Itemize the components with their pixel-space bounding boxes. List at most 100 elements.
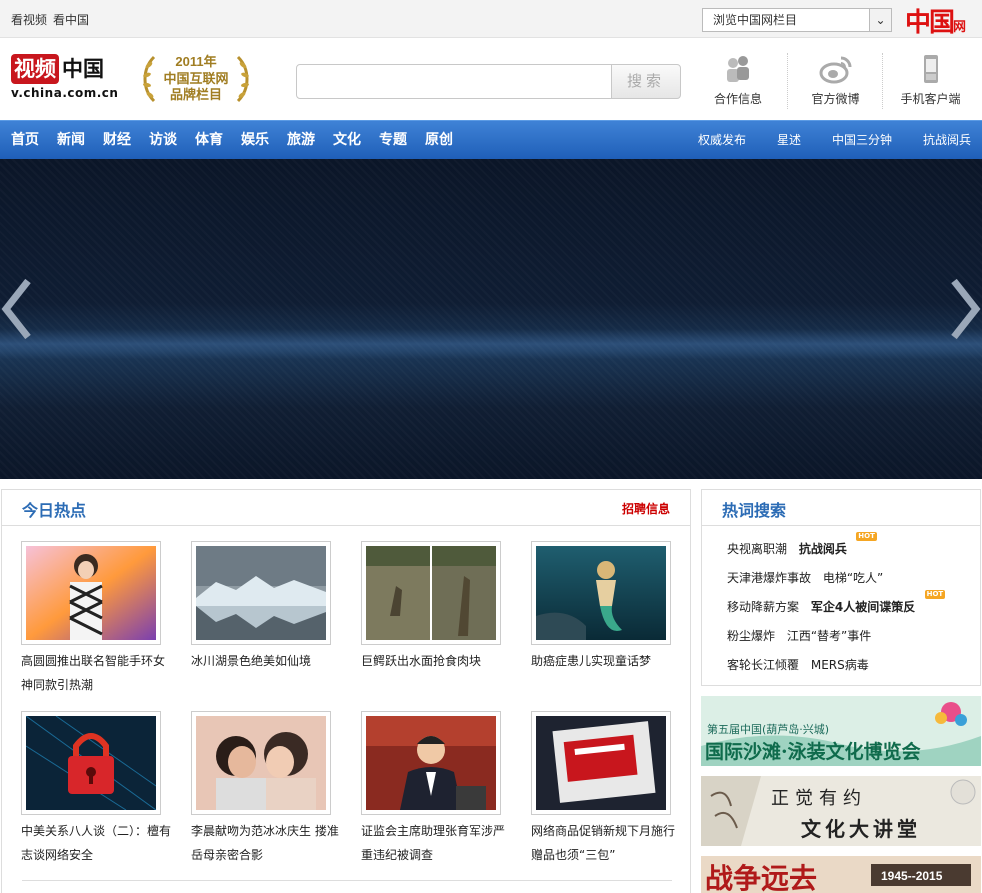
search-input[interactable] (296, 64, 612, 99)
hot-item-caption[interactable]: 冰川湖景色绝美如仙境 (191, 649, 341, 673)
keyword-link[interactable]: 抗战阅兵 HOT (798, 532, 877, 556)
mobile-icon (883, 53, 978, 85)
job-link[interactable]: 招聘信息 (622, 500, 670, 517)
hot-item-caption[interactable]: 巨鳄跃出水面抢食肉块 (361, 649, 511, 673)
hot-item[interactable]: 高圆圆推出联名智能手环女神同款引热潮 (21, 541, 165, 697)
keyword-link[interactable]: 天津港爆炸事故 (727, 571, 811, 585)
hot-item-image[interactable] (361, 541, 501, 645)
hot-badge: HOT (924, 590, 946, 599)
keyword-row: 移动降薪方案 军企4人被间谍策反 HOT (727, 590, 946, 627)
ad-banner-expo[interactable]: 第五届中国(葫芦岛·兴城) 国际沙滩·泳装文化博览会 (701, 696, 981, 766)
top-bar: 看视频 看中国 浏览中国网栏目 ⌄ 中国网 (0, 0, 982, 38)
svg-text:品牌栏目: 品牌栏目 (170, 87, 222, 103)
hot-badge: HOT (856, 532, 877, 541)
nav-item-original[interactable]: 原创 (425, 121, 453, 159)
cooperation-icon (690, 53, 786, 85)
hot-today-title: 今日热点 (22, 501, 87, 520)
hot-item-image[interactable] (21, 541, 161, 645)
chevron-down-icon[interactable]: ⌄ (869, 9, 891, 31)
hot-item-caption[interactable]: 中美关系八人谈（二）：檀有志谈网络安全 (21, 819, 171, 867)
keyword-link[interactable]: 移动降薪方案 (727, 600, 799, 614)
nav-item-china-3min[interactable]: 中国三分钟 (832, 121, 892, 159)
nav-item-culture[interactable]: 文化 (333, 121, 361, 159)
hot-item[interactable]: 网络商品促销新规下月施行 赠品也须“三包” (531, 711, 675, 867)
quick-link-weibo[interactable]: 官方微博 (787, 53, 883, 109)
hot-item[interactable]: 巨鳄跃出水面抢食肉块 (361, 541, 501, 673)
hot-item-caption[interactable]: 李晨献吻为范冰冰庆生 搂准岳母亲密合影 (191, 819, 341, 867)
main-nav: 首页 新闻 财经 访谈 体育 娱乐 旅游 文化 专题 原创 权威发布 星述 中国… (0, 120, 982, 159)
china-net-logo[interactable]: 中国网 (905, 2, 975, 38)
svg-text:中国互联网: 中国互联网 (163, 71, 228, 87)
svg-text:1945--2015: 1945--2015 (881, 869, 943, 883)
hot-item[interactable]: 证监会主席助理张育军涉严重违纪被调查 (361, 711, 505, 867)
hot-item[interactable]: 冰川湖景色绝美如仙境 (191, 541, 331, 673)
nav-item-star[interactable]: 星述 (777, 121, 801, 159)
ad-banner-war[interactable]: 1945--2015 战争远去 (701, 856, 981, 893)
keyword-link-text: 军企4人被间谍策反 (810, 600, 916, 614)
keyword-row: 央视离职潮 抗战阅兵 HOT (727, 532, 931, 569)
keyword-link[interactable]: 粉尘爆炸 (727, 629, 775, 643)
nav-item-sports[interactable]: 体育 (195, 121, 223, 159)
ad-banner-lecture[interactable]: 正觉有约 文化大讲堂 (701, 776, 981, 846)
hot-today-panel: 今日热点 招聘信息 高圆圆推出联名智能手环女神同款引热潮 冰川湖景色绝美如仙境 … (1, 489, 691, 893)
nav-item-news[interactable]: 新闻 (57, 121, 85, 159)
top-link-watch-video[interactable]: 看视频 (11, 13, 47, 27)
chevron-right-icon[interactable] (948, 277, 982, 341)
hot-item[interactable]: 中美关系八人谈（二）：檀有志谈网络安全 (21, 711, 171, 867)
quick-link-mobile[interactable]: 手机客户端 (882, 53, 978, 109)
china-net-logo-text: 中国 (905, 8, 955, 38)
svg-text:文化大讲堂: 文化大讲堂 (801, 817, 921, 841)
chevron-left-icon[interactable] (0, 277, 34, 341)
nav-item-special[interactable]: 专题 (379, 121, 407, 159)
channel-select[interactable]: 浏览中国网栏目 ⌄ (702, 8, 892, 32)
nav-item-official-release[interactable]: 权威发布 (698, 121, 746, 159)
keyword-link[interactable]: MERS病毒 (811, 658, 869, 672)
keyword-row: 天津港爆炸事故 电梯“吃人” (727, 569, 931, 598)
hot-item-image[interactable] (531, 541, 671, 645)
hot-item-caption[interactable]: 助癌症患儿实现童话梦 (531, 649, 681, 673)
logo-url: v.china.com.cn (11, 86, 119, 100)
keyword-link[interactable]: 军企4人被间谍策反 HOT (810, 590, 946, 614)
top-links: 看视频 看中国 (11, 11, 95, 28)
hot-item-caption[interactable]: 网络商品促销新规下月施行 赠品也须“三包” (531, 819, 681, 867)
nav-item-finance[interactable]: 财经 (103, 121, 131, 159)
hot-search-title: 热词搜索 (722, 501, 787, 520)
hot-item-image[interactable] (191, 711, 331, 815)
divider (22, 880, 672, 881)
hot-item-image[interactable] (361, 711, 501, 815)
quick-link-cooperation[interactable]: 合作信息 (690, 53, 786, 109)
nav-item-entertainment[interactable]: 娱乐 (241, 121, 269, 159)
header: 视频 中国 v.china.com.cn 2011年 中国互联网 品牌栏目 搜索… (0, 39, 982, 119)
hot-item-image[interactable] (531, 711, 671, 815)
site-logo[interactable]: 视频 中国 v.china.com.cn (11, 54, 123, 106)
search-button[interactable]: 搜索 (611, 64, 681, 99)
quick-link-label: 手机客户端 (900, 92, 961, 106)
nav-item-travel[interactable]: 旅游 (287, 121, 315, 159)
keyword-link[interactable]: 江西“替考”事件 (787, 629, 871, 643)
keyword-row: 客轮长江倾覆 MERS病毒 (727, 656, 931, 685)
keyword-row: 粉尘爆炸 江西“替考”事件 (727, 627, 931, 656)
china-net-logo-suffix: 网 (953, 20, 967, 35)
banner-carousel[interactable] (0, 159, 982, 479)
keyword-link[interactable]: 客轮长江倾覆 (727, 658, 799, 672)
nav-item-interview[interactable]: 访谈 (149, 121, 177, 159)
keyword-link[interactable]: 央视离职潮 (727, 542, 787, 556)
nav-item-home[interactable]: 首页 (11, 121, 39, 159)
laurel-icon: 2011年 中国互联网 品牌栏目 (143, 54, 249, 103)
keyword-link[interactable]: 电梯“吃人” (823, 571, 883, 585)
top-link-watch-china[interactable]: 看中国 (53, 13, 89, 27)
svg-text:国际沙滩·泳装文化博览会: 国际沙滩·泳装文化博览会 (705, 740, 921, 763)
hot-item-caption[interactable]: 证监会主席助理张育军涉严重违纪被调查 (361, 819, 511, 867)
quick-link-label: 官方微博 (811, 92, 860, 106)
keyword-link-text: 抗战阅兵 (798, 542, 847, 556)
channel-select-value: 浏览中国网栏目 (713, 13, 798, 27)
hot-item-image[interactable] (21, 711, 161, 815)
hot-item-image[interactable] (191, 541, 331, 645)
hot-item-caption[interactable]: 高圆圆推出联名智能手环女神同款引热潮 (21, 649, 171, 697)
hot-item[interactable]: 助癌症患儿实现童话梦 (531, 541, 671, 673)
banner-glow (0, 329, 982, 359)
svg-text:正觉有约: 正觉有约 (771, 788, 867, 809)
svg-text:第五届中国(葫芦岛·兴城): 第五届中国(葫芦岛·兴城) (707, 722, 829, 736)
hot-item[interactable]: 李晨献吻为范冰冰庆生 搂准岳母亲密合影 (191, 711, 339, 867)
nav-item-parade[interactable]: 抗战阅兵 (923, 121, 971, 159)
